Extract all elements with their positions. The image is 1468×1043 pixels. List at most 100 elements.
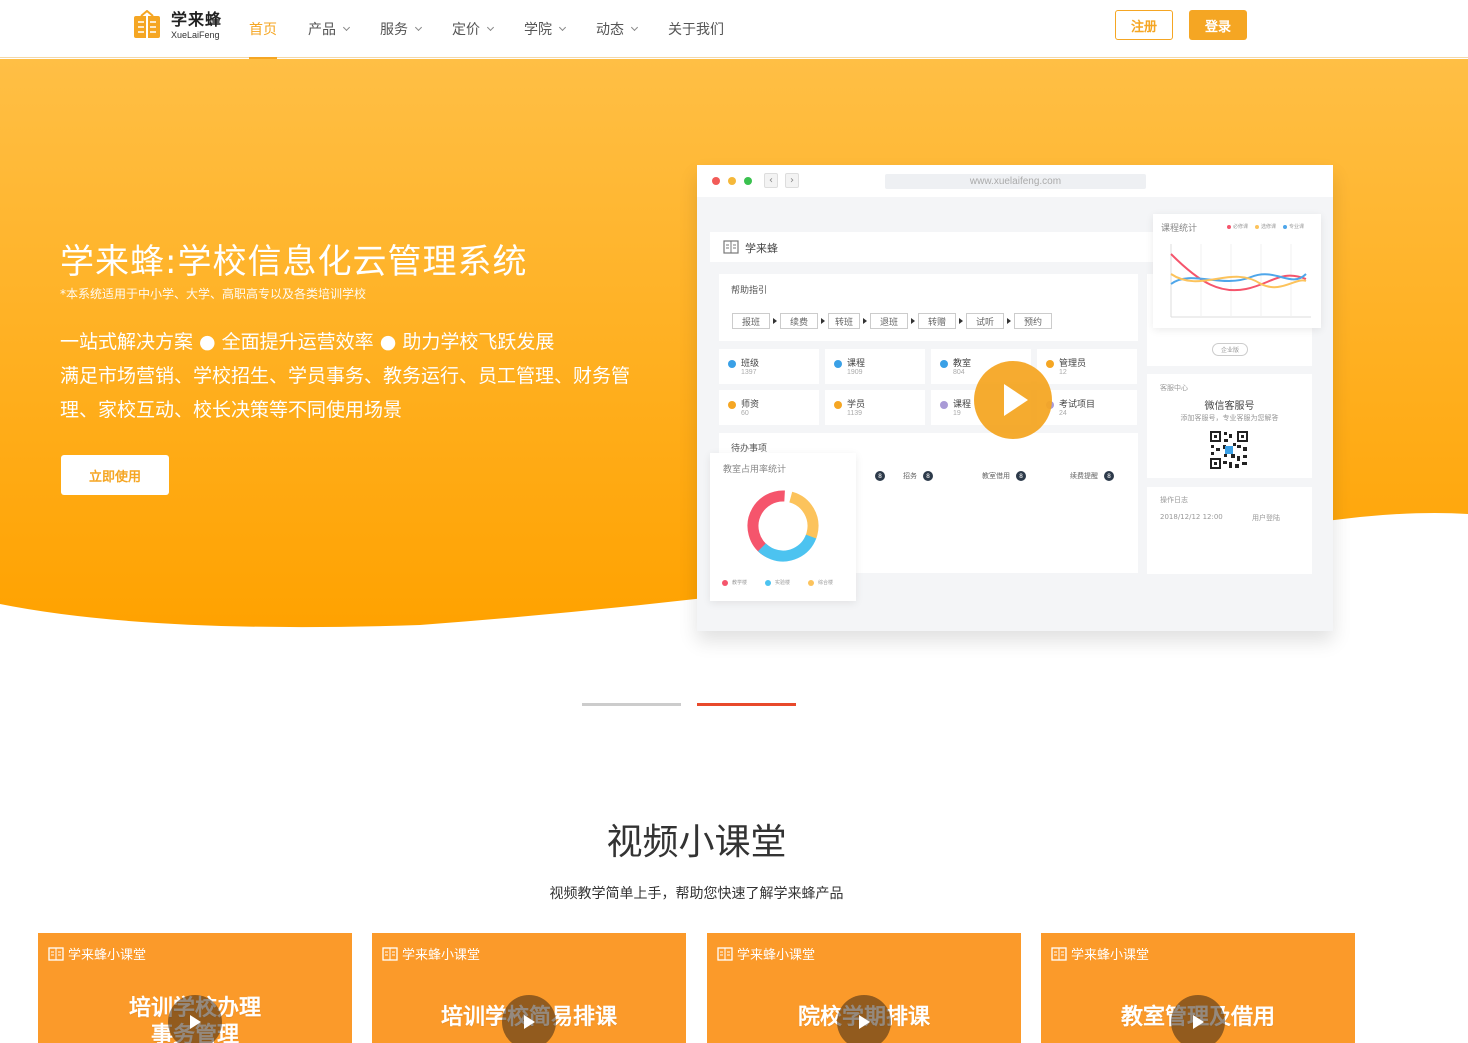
stat-card: 管理员 12	[1037, 349, 1137, 384]
stat-value: 60	[741, 410, 749, 417]
play-video-button[interactable]	[974, 361, 1052, 439]
todo-count-badge: 8	[1104, 471, 1114, 481]
dot-icon	[728, 360, 736, 368]
register-button[interactable]: 注册	[1115, 10, 1173, 40]
dot-icon	[834, 360, 842, 368]
chevron-down-icon	[630, 23, 639, 31]
guide-step: 预约	[1014, 313, 1052, 329]
bee-logo-icon	[134, 10, 160, 38]
play-icon[interactable]	[502, 995, 556, 1043]
try-now-button[interactable]: 立即使用	[61, 455, 169, 495]
hero-note: *本系统适用于中小学、大学、高职高专以及各类培训学校	[60, 287, 367, 301]
nav-item-label: 定价	[452, 22, 480, 38]
play-icon[interactable]	[837, 995, 891, 1043]
room-usage-donut	[747, 490, 819, 562]
log-title: 操作日志	[1160, 496, 1188, 504]
play-icon[interactable]	[168, 995, 222, 1043]
legend-dot-icon	[1255, 224, 1259, 229]
bee-logo-icon	[48, 946, 64, 961]
app-logo-icon	[723, 240, 739, 254]
legend-label: 必修课	[1233, 224, 1249, 230]
login-button[interactable]: 登录	[1189, 10, 1247, 40]
bee-logo-icon	[382, 946, 398, 961]
dot-icon	[940, 401, 948, 409]
stat-label: 师资	[741, 400, 760, 410]
qr-code-icon	[1209, 430, 1249, 470]
bee-logo-icon	[717, 946, 733, 961]
arrow-right-icon	[773, 318, 777, 324]
video-card[interactable]: 学来蜂小课堂培训学校办理事务管理	[38, 933, 352, 1043]
carousel-indicator-0[interactable]	[582, 703, 681, 706]
chevron-down-icon	[558, 23, 567, 31]
video-section-title: 视频小课堂	[606, 822, 787, 863]
hero-banner: 学来蜂:学校信息化云管理系统 *本系统适用于中小学、大学、高职高专以及各类培训学…	[0, 59, 1468, 639]
room-usage-card: 教室占用率统计 教学楼 实验楼 综合楼	[710, 453, 856, 601]
forward-arrow-icon: ›	[785, 173, 799, 188]
logo-name: 学来蜂	[171, 10, 223, 29]
video-card[interactable]: 学来蜂小课堂培训学校简易排课	[372, 933, 686, 1043]
hero-points: 一站式解决方案 ● 全面提升运营效率 ● 助力学校飞跃发展	[60, 331, 555, 353]
edition-badge: 企业版	[1212, 343, 1248, 356]
stat-value: 1139	[847, 410, 863, 417]
stat-value: 1909	[847, 369, 863, 376]
todo-item-label: 招务	[903, 472, 917, 480]
log-time: 2018/12/12 12:00	[1160, 513, 1223, 521]
stat-value: 1397	[741, 369, 757, 376]
logo[interactable]: 学来蜂 XueLaiFeng	[131, 9, 222, 43]
stat-card: 课程 1909	[825, 349, 925, 384]
nav-item-6[interactable]: 关于我们	[668, 0, 724, 58]
dot-icon	[728, 401, 736, 409]
stat-card: 班级 1397	[719, 349, 819, 384]
card-brand-label: 学来蜂小课堂	[402, 948, 481, 963]
carousel-indicator-1[interactable]	[697, 703, 796, 706]
product-mockup: ‹ › www.xuelaifeng.com 学来蜂 帮助指引 报班 续费 转班 退班…	[697, 165, 1333, 631]
stat-card: 师资 60	[719, 390, 819, 425]
nav-item-2[interactable]: 服务	[380, 0, 423, 58]
legend-item: 教学楼	[722, 579, 747, 586]
guide-step: 转赠	[918, 313, 956, 329]
log-event: 用户登陆	[1252, 514, 1280, 522]
wechat-desc: 添加客服号，专业客服为您解答	[1180, 414, 1279, 422]
stat-value: 19	[953, 410, 961, 417]
dot-icon	[940, 360, 948, 368]
todo-item: 招务 8	[903, 469, 933, 483]
card-brand: 学来蜂小课堂	[382, 944, 480, 963]
legend-item: 专业课	[1283, 223, 1304, 230]
stat-value: 12	[1059, 369, 1067, 376]
card-brand: 学来蜂小课堂	[1051, 944, 1149, 963]
play-icon[interactable]	[1171, 995, 1225, 1043]
video-section-subtitle: 视频教学简单上手，帮助您快速了解学来蜂产品	[549, 886, 844, 902]
nav-item-label: 服务	[380, 22, 408, 38]
guide-panel: 帮助指引 报班 续费 转班 退班 转赠 试听 预约	[719, 274, 1138, 341]
nav-item-3[interactable]: 定价	[452, 0, 495, 58]
todo-item-label: 教室借用	[982, 472, 1010, 480]
guide-step: 转班	[828, 313, 860, 329]
nav-item-4[interactable]: 学院	[524, 0, 567, 58]
legend-dot-icon	[1283, 224, 1287, 229]
card-brand: 学来蜂小课堂	[717, 944, 815, 963]
video-card[interactable]: 学来蜂小课堂院校学期排课	[707, 933, 1021, 1043]
guide-title: 帮助指引	[731, 286, 768, 296]
back-arrow-icon: ‹	[764, 173, 778, 188]
legend-dot-icon	[1227, 224, 1231, 229]
legend-dot-icon	[765, 579, 771, 586]
guide-step: 续费	[780, 313, 818, 329]
service-title: 客服中心	[1160, 384, 1188, 392]
browser-bar: ‹ › www.xuelaifeng.com	[697, 165, 1333, 197]
card-brand-label: 学来蜂小课堂	[1071, 948, 1150, 963]
todo-item-label: 续费提醒	[1070, 472, 1098, 480]
chevron-down-icon	[486, 23, 495, 31]
legend-label: 选修课	[1261, 224, 1277, 230]
nav-item-1[interactable]: 产品	[308, 0, 351, 58]
legend-label: 综合楼	[818, 580, 834, 586]
nav-item-5[interactable]: 动态	[596, 0, 639, 58]
nav-item-0[interactable]: 首页	[249, 0, 277, 59]
video-card[interactable]: 学来蜂小课堂教室管理及借用	[1041, 933, 1355, 1043]
app-name: 学来蜂	[745, 242, 778, 255]
card-brand: 学来蜂小课堂	[48, 944, 146, 963]
chevron-down-icon	[342, 23, 351, 31]
legend-item: 必修课	[1227, 223, 1248, 230]
maximize-dot-icon	[744, 177, 752, 185]
todo-count-badge: 8	[923, 471, 933, 481]
stat-label: 课程	[953, 400, 972, 410]
